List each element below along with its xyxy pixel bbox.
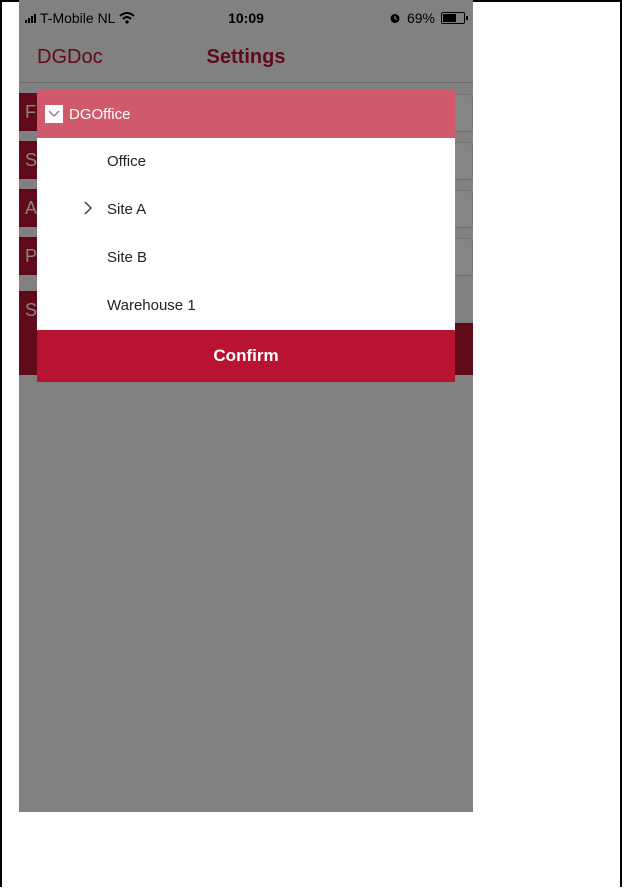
tree-item-label: Site A	[107, 201, 147, 218]
tree-item-site-a[interactable]: Site A	[37, 186, 455, 234]
tree-item-label: Warehouse 1	[107, 297, 196, 314]
location-picker-dialog: DGOffice Office Site A Site B Warehouse …	[37, 90, 455, 382]
confirm-button[interactable]: Confirm	[37, 330, 455, 382]
tree-item-site-b[interactable]: Site B	[37, 234, 455, 282]
tree-item-warehouse-1[interactable]: Warehouse 1	[37, 282, 455, 330]
tree-item-label: Site B	[107, 249, 148, 266]
tree-item-label: Office	[107, 153, 146, 170]
tree-root-label: DGOffice	[69, 105, 131, 123]
tree-item-office[interactable]: Office	[37, 138, 455, 186]
phone-screen: T-Mobile NL 10:09 69% DGDoc Settings F S…	[19, 0, 473, 812]
collapse-chevron-icon[interactable]	[45, 105, 63, 123]
chevron-right-icon[interactable]	[83, 200, 93, 216]
tree-root-row[interactable]: DGOffice	[37, 90, 455, 138]
